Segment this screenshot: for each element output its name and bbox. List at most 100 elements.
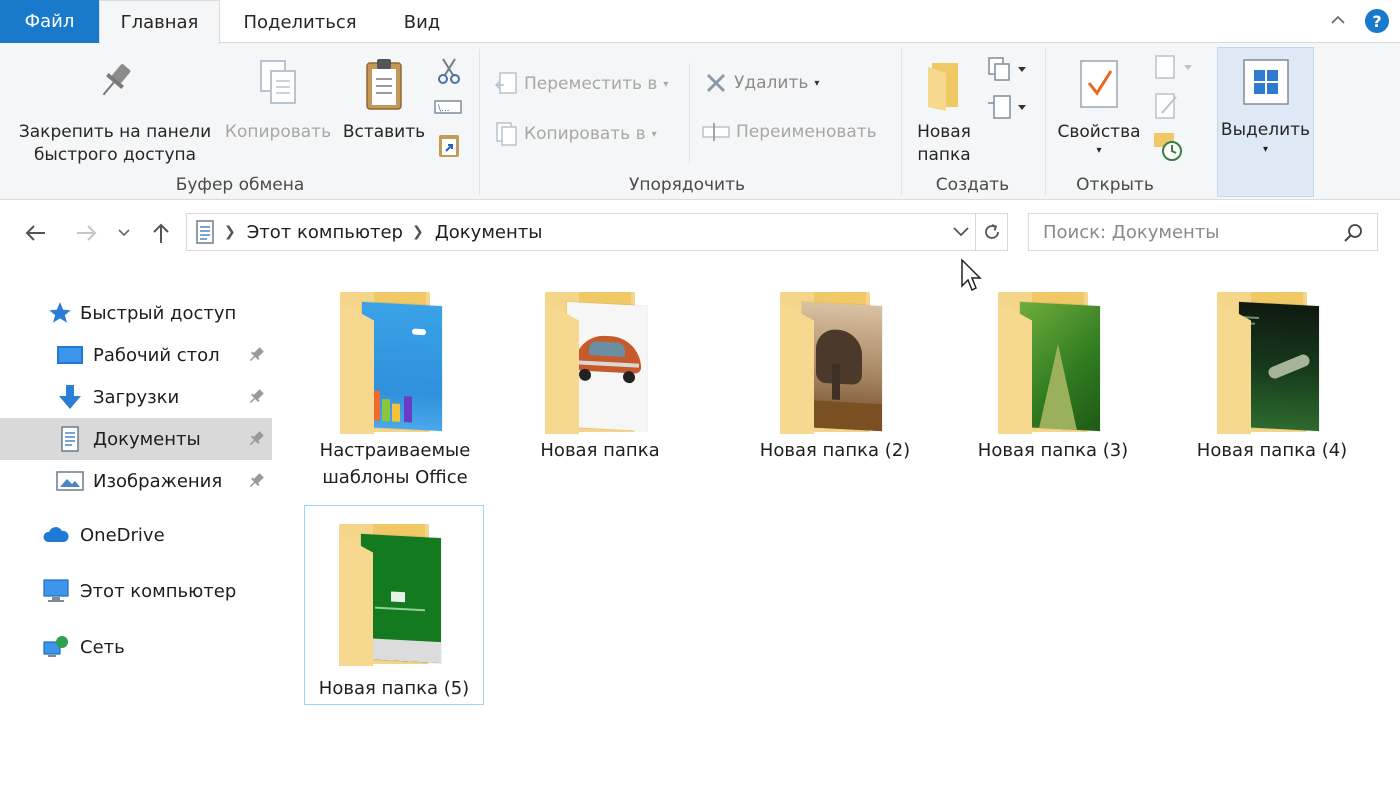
pin-icon[interactable] <box>247 430 265 448</box>
nav-downloads[interactable]: Загрузки <box>0 376 272 418</box>
address-bar[interactable]: ❯ Этот компьютер ❯ Документы <box>186 213 976 251</box>
leaf-photo <box>1020 301 1100 432</box>
paste-shortcut-icon[interactable] <box>436 131 462 159</box>
nav-pictures[interactable]: Изображения <box>0 460 272 502</box>
move-to-label: Переместить в <box>524 74 658 94</box>
group-label-organize: Упорядочить <box>628 175 746 195</box>
nav-documents[interactable]: Документы <box>0 418 272 460</box>
nav-desktop[interactable]: Рабочий стол <box>0 334 272 376</box>
folder-tile-selected[interactable]: Новая папка (5) <box>304 505 484 705</box>
edit-icon[interactable] <box>1152 91 1182 121</box>
download-arrow-icon <box>59 385 81 409</box>
green-document <box>361 533 441 664</box>
delete-button[interactable]: Удалить ▾ <box>704 71 819 95</box>
chevron-down-icon: ▾ <box>1096 145 1102 156</box>
pictures-icon <box>56 471 84 491</box>
search-icon[interactable] <box>1343 223 1363 243</box>
nav-this-pc[interactable]: Этот компьютер <box>0 570 272 612</box>
elephant-photo <box>802 301 882 432</box>
chevron-down-icon: ▾ <box>651 128 657 140</box>
select-grid-icon <box>1243 59 1289 105</box>
ribbon: Закрепить на панели быстрого доступа Коп… <box>0 43 1400 200</box>
properties-button[interactable]: Свойства ▾ <box>1050 57 1148 158</box>
paste-button[interactable]: Вставить <box>338 57 430 144</box>
nav-label: Загрузки <box>93 386 180 408</box>
new-folder-button[interactable]: Новая папка <box>905 57 983 167</box>
nav-label: OneDrive <box>80 524 165 546</box>
move-to-icon <box>494 72 517 94</box>
chevron-down-icon: ▾ <box>663 78 669 90</box>
folder-tile[interactable]: Новая папка (4) <box>1182 292 1362 464</box>
mouse-pointer-icon <box>961 258 982 292</box>
nav-label: Рабочий стол <box>93 344 220 366</box>
folder-name: Настраиваемые шаблоны Office <box>319 440 471 488</box>
tab-share[interactable]: Поделиться <box>220 0 380 44</box>
pin-icon[interactable] <box>247 346 265 364</box>
properties-checkmark-icon <box>1080 60 1118 108</box>
pin-icon <box>102 64 131 96</box>
forward-button[interactable] <box>72 218 102 248</box>
nav-onedrive[interactable]: OneDrive <box>0 514 272 556</box>
car-photo <box>567 301 647 432</box>
delete-label: Удалить <box>734 73 809 93</box>
pin-label: Закрепить на панели быстрого доступа <box>18 122 212 165</box>
chevron-down-icon <box>118 229 130 237</box>
copy-label: Копировать <box>224 122 332 142</box>
chevron-down-icon: ▾ <box>1262 144 1269 155</box>
folder-tile[interactable]: Новая папка (2) <box>745 292 925 464</box>
history-icon[interactable] <box>1152 131 1184 163</box>
tab-view[interactable]: Вид <box>380 0 464 44</box>
breadcrumb-separator-icon[interactable]: ❯ <box>224 224 236 240</box>
tab-file[interactable]: Файл <box>0 0 99 43</box>
copy-icon <box>260 60 296 104</box>
up-button[interactable] <box>146 218 176 248</box>
new-item-icon[interactable] <box>986 55 1028 85</box>
copy-button[interactable]: Копировать <box>222 57 334 144</box>
nav-label: Этот компьютер <box>80 580 237 602</box>
refresh-button[interactable] <box>976 213 1008 251</box>
pin-icon[interactable] <box>247 472 265 490</box>
breadcrumb-documents[interactable]: Документы <box>435 222 543 243</box>
group-separator <box>479 49 480 195</box>
nav-label: Изображения <box>93 470 223 492</box>
search-input[interactable]: Поиск: Документы <box>1028 213 1378 251</box>
breadcrumb-this-pc[interactable]: Этот компьютер <box>247 222 403 243</box>
group-label-clipboard: Буфер обмена <box>175 175 305 195</box>
lizard-photo <box>1239 301 1319 432</box>
select-label: Выделить <box>1220 120 1311 140</box>
nav-quick-access[interactable]: Быстрый доступ <box>0 292 272 334</box>
office-template-art <box>362 301 442 432</box>
pin-icon[interactable] <box>247 388 265 406</box>
nav-label: Быстрый доступ <box>80 302 237 324</box>
tab-home[interactable]: Главная <box>99 0 220 44</box>
paste-clipboard-icon <box>366 59 402 110</box>
back-arrow-icon <box>25 225 45 241</box>
folder-name: Новая папка (3) <box>977 440 1129 461</box>
open-dropdown-icon[interactable] <box>1152 53 1198 83</box>
back-button[interactable] <box>20 218 50 248</box>
folder-tile[interactable]: Новая папка <box>510 292 690 464</box>
cut-icon[interactable] <box>436 57 462 85</box>
desktop-icon <box>57 346 83 364</box>
group-separator <box>1045 49 1046 195</box>
pin-to-quick-access-button[interactable]: Закрепить на панели быстрого доступа <box>10 57 220 167</box>
address-dropdown-icon[interactable] <box>953 227 969 237</box>
folder-tile[interactable]: Новая папка (3) <box>963 292 1143 464</box>
copy-to-button[interactable]: Копировать в ▾ <box>494 121 657 147</box>
properties-label: Свойства <box>1057 122 1141 142</box>
folder-tile[interactable]: Настраиваемые шаблоны Office <box>305 292 485 491</box>
recent-locations-button[interactable] <box>112 218 136 248</box>
nav-network[interactable]: Сеть <box>0 626 272 668</box>
collapse-ribbon-icon[interactable] <box>1328 10 1348 30</box>
move-to-button[interactable]: Переместить в ▾ <box>494 71 668 97</box>
easy-access-icon[interactable] <box>986 93 1028 123</box>
breadcrumb-separator-icon[interactable]: ❯ <box>412 224 424 240</box>
navigation-pane: Быстрый доступ Рабочий стол Загрузки Док… <box>0 270 272 810</box>
copy-path-icon[interactable]: \... <box>434 97 462 117</box>
rename-label: Переименовать <box>736 122 877 142</box>
rename-button[interactable]: Переименовать <box>702 121 877 143</box>
folder-icon <box>998 292 1108 437</box>
select-button[interactable]: Выделить ▾ <box>1217 47 1314 197</box>
help-icon[interactable]: ? <box>1365 9 1389 33</box>
group-inner-separator <box>689 63 690 163</box>
